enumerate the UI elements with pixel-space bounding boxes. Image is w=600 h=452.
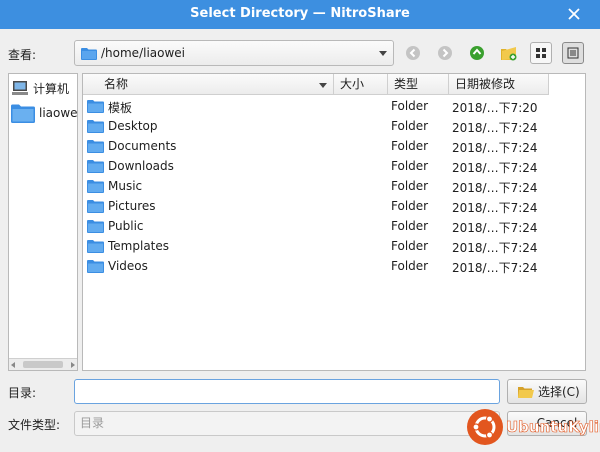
file-type: Folder	[391, 159, 429, 173]
file-name: Videos	[108, 259, 148, 273]
file-name: Pictures	[108, 199, 156, 213]
file-name: Music	[108, 179, 143, 193]
file-name: Documents	[108, 139, 177, 153]
table-row[interactable]: Music Folder 2018/…下7:24	[83, 176, 549, 196]
new-folder-button[interactable]	[498, 42, 520, 64]
file-name: 模板	[108, 101, 133, 115]
folder-icon	[87, 200, 104, 213]
new-folder-icon	[501, 47, 517, 61]
folder-icon	[87, 140, 104, 153]
ubuntukylin-watermark: UbuntuKylin	[466, 408, 600, 446]
file-type: Folder	[391, 219, 429, 233]
file-date: 2018/…下7:24	[452, 261, 538, 275]
path-combobox[interactable]: /home/liaowei	[74, 40, 394, 66]
file-name: Downloads	[108, 159, 174, 173]
sidebar-item-label: 计算机	[33, 81, 70, 96]
directory-input[interactable]	[74, 379, 500, 404]
choose-button-label: 选择(C)	[538, 385, 580, 399]
detail-view-icon	[567, 47, 579, 59]
list-view-button[interactable]	[530, 42, 552, 64]
sidebar-item-home[interactable]: liaowei	[11, 101, 78, 125]
file-type: Folder	[391, 199, 429, 213]
directory-label: 目录:	[8, 386, 37, 400]
title-bar: Select Directory — NitroShare	[0, 0, 600, 29]
table-row[interactable]: Videos Folder 2018/…下7:24	[83, 256, 549, 276]
file-date: 2018/…下7:24	[452, 201, 538, 215]
scroll-left-icon[interactable]	[11, 362, 15, 368]
detail-view-button[interactable]	[562, 42, 584, 64]
file-type: Folder	[391, 239, 429, 253]
file-name: Templates	[108, 239, 170, 253]
file-type-combobox[interactable]: 目录	[74, 411, 500, 436]
file-name: Desktop	[108, 119, 158, 133]
forward-button[interactable]	[434, 42, 456, 64]
table-row[interactable]: Templates Folder 2018/…下7:24	[83, 236, 549, 256]
parent-dir-button[interactable]	[466, 42, 488, 64]
column-type-header[interactable]: 类型	[388, 74, 449, 95]
table-row[interactable]: Public Folder 2018/…下7:24	[83, 216, 549, 236]
file-type: Folder	[391, 139, 429, 153]
parent-dir-icon	[470, 46, 484, 60]
horizontal-scrollbar[interactable]	[9, 358, 77, 370]
sidebar-item-label: liaowei	[39, 106, 78, 120]
chevron-down-icon	[379, 51, 387, 56]
table-row[interactable]: Pictures Folder 2018/…下7:24	[83, 196, 549, 216]
folder-icon	[87, 180, 104, 193]
column-date-header[interactable]: 日期被修改	[449, 74, 549, 95]
back-icon	[406, 46, 420, 60]
choose-button[interactable]: 选择(C)	[507, 379, 587, 404]
select-directory-dialog: Select Directory — NitroShare 查看: /home/…	[0, 0, 600, 452]
window-title: Select Directory — NitroShare	[190, 6, 410, 21]
look-in-label: 查看:	[8, 48, 37, 62]
file-date: 2018/…下7:24	[452, 241, 538, 255]
folder-icon	[87, 100, 104, 113]
file-list: 名称 大小 类型 日期被修改 模板 Folder 2018/…下7:20 Deskto…	[82, 73, 586, 371]
file-date: 2018/…下7:20	[452, 101, 538, 115]
column-size-header[interactable]: 大小	[334, 74, 388, 95]
back-button[interactable]	[402, 42, 424, 64]
folder-icon	[11, 104, 35, 123]
file-type: Folder	[391, 179, 429, 193]
watermark-text: UbuntuKylin	[506, 418, 600, 437]
file-date: 2018/…下7:24	[452, 141, 538, 155]
folder-icon	[87, 260, 104, 273]
close-icon[interactable]	[566, 6, 582, 22]
file-date: 2018/…下7:24	[452, 221, 538, 235]
list-header: 名称 大小 类型 日期被修改	[83, 74, 549, 95]
file-type-label: 文件类型:	[8, 418, 61, 432]
file-type: Folder	[391, 99, 429, 113]
sidebar: 计算机 liaowei	[8, 73, 78, 371]
file-date: 2018/…下7:24	[452, 121, 538, 135]
file-date: 2018/…下7:24	[452, 161, 538, 175]
folder-icon	[87, 240, 104, 253]
scrollbar-thumb[interactable]	[23, 361, 63, 368]
scroll-right-icon[interactable]	[71, 362, 75, 368]
column-name-header[interactable]: 名称	[83, 74, 334, 95]
table-row[interactable]: Downloads Folder 2018/…下7:24	[83, 156, 549, 176]
folder-icon	[81, 48, 97, 60]
folder-icon	[87, 120, 104, 133]
open-folder-icon	[518, 386, 534, 398]
computer-icon	[12, 81, 28, 95]
folder-icon	[87, 160, 104, 173]
list-view-icon	[536, 48, 546, 58]
folder-icon	[87, 220, 104, 233]
sidebar-item-computer[interactable]: 计算机	[11, 76, 69, 100]
file-type: Folder	[391, 259, 429, 273]
sort-descending-icon	[319, 83, 327, 88]
file-date: 2018/…下7:24	[452, 181, 538, 195]
table-row[interactable]: Documents Folder 2018/…下7:24	[83, 136, 549, 156]
table-row[interactable]: Desktop Folder 2018/…下7:24	[83, 116, 549, 136]
forward-icon	[438, 46, 452, 60]
file-name: Public	[108, 219, 144, 233]
table-row[interactable]: 模板 Folder 2018/…下7:20	[83, 96, 549, 116]
path-value: /home/liaowei	[101, 46, 185, 60]
ubuntukylin-logo-icon	[467, 409, 503, 445]
file-type: Folder	[391, 119, 429, 133]
